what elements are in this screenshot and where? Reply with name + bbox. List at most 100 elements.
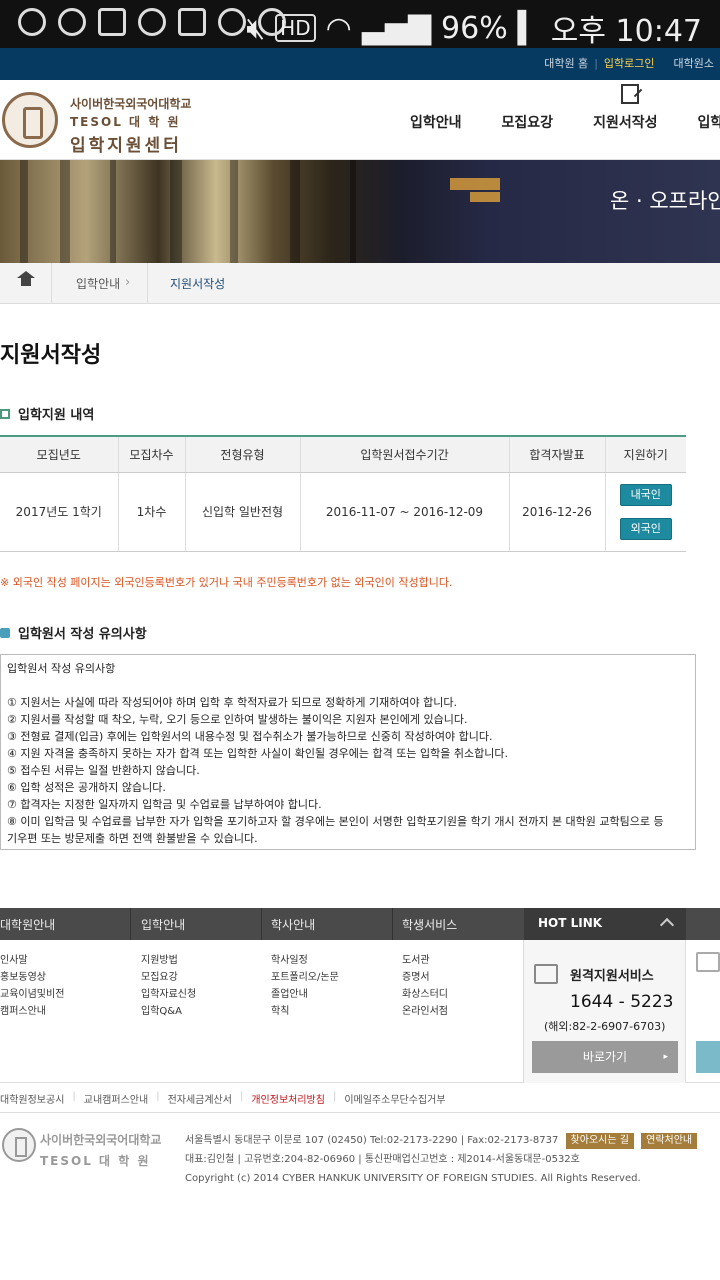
footer-link[interactable]: 캠퍼스안내	[0, 1003, 64, 1020]
chevron-up-icon	[659, 917, 675, 933]
footer-col-title[interactable]: 학생서비스	[402, 916, 457, 933]
footer-col-title[interactable]: 대학원안내	[0, 916, 55, 933]
contact-button[interactable]: 연락처안내	[641, 1133, 698, 1149]
image-icon	[178, 8, 206, 36]
col-header: 합격자발표	[509, 435, 606, 473]
application-table: 모집년도 모집차수 전형유형 입학원서접수기간 합격자발표 지원하기 2017년…	[0, 435, 686, 552]
footer-policy-link[interactable]: 이메일주소무단수집거부	[344, 1091, 445, 1106]
footer-link[interactable]: 도서관	[402, 952, 448, 969]
battery-percent: 96%	[441, 10, 508, 46]
footer-logo: 사이버한국외국어대학교 TESOL 대 학 원	[40, 1131, 161, 1169]
precaution-item: ⑦ 합격자는 지정한 일자까지 입학금 및 수업료를 납부하여야 합니다.	[7, 798, 322, 811]
hotlink-header[interactable]: HOT LINK	[524, 908, 686, 940]
breadcrumb-label: 입학안내	[76, 277, 121, 291]
footer-link[interactable]: 인사말	[0, 952, 64, 969]
precaution-item: ④ 지원 자격을 충족하지 못하는 자가 합격 또는 입학한 사실이 확인될 경…	[7, 747, 508, 760]
admission-login-link[interactable]: 입학로그인	[598, 55, 661, 71]
section-title-application-history: 입학지원 내역	[0, 404, 94, 423]
col-header: 지원하기	[605, 435, 686, 473]
textarea-title: 입학원서 작성 유의사항	[7, 662, 116, 675]
app-icon	[18, 8, 46, 36]
footer-link[interactable]: 교육이념및비전	[0, 986, 64, 1003]
messenger-icon	[218, 8, 246, 36]
nav-application[interactable]: 지원서작성	[593, 84, 657, 132]
apply-domestic-button[interactable]: 내국인	[619, 483, 672, 506]
footer-copyright: Copyright (c) 2014 CYBER HANKUK UNIVERSI…	[185, 1173, 641, 1184]
precautions-textarea[interactable]: 입학원서 작성 유의사항 ① 지원서는 사실에 따라 작성되어야 하며 입학 후…	[0, 654, 696, 850]
footer-col-title[interactable]: 학사안내	[271, 916, 315, 933]
remote-go-button[interactable]: 바로가기	[532, 1041, 678, 1073]
remote-phone: 1644 - 5223	[570, 992, 674, 1012]
privacy-policy-link[interactable]: 개인정보처리방침	[251, 1091, 325, 1106]
apply-foreign-button[interactable]: 외국인	[619, 517, 672, 540]
university-seal-logo[interactable]	[2, 92, 58, 148]
footer-link[interactable]: 홍보동영상	[0, 969, 64, 986]
footer-link[interactable]: 지원방법	[141, 952, 196, 969]
hotlink-label: HOT LINK	[538, 916, 603, 930]
precaution-item: ① 지원서는 사실에 따라 작성되어야 하며 입학 후 학적자료가 되므로 정확…	[7, 696, 457, 709]
battery-icon: ▍	[517, 10, 541, 46]
site-logo[interactable]: 사이버한국외국어대학교 TESOL 대 학 원 입학지원센터	[70, 95, 191, 156]
footer-link[interactable]: 모집요강	[141, 969, 196, 986]
divider	[0, 1112, 720, 1113]
breadcrumb-home[interactable]	[0, 263, 52, 304]
cell-announce: 2016-12-26	[509, 472, 606, 552]
side-button[interactable]	[696, 1041, 720, 1073]
logo-school-name: TESOL 대 학 원	[70, 115, 181, 129]
section-label: 입학원서 작성 유의사항	[18, 627, 147, 642]
precaution-item: ③ 전형료 결제(입금) 후에는 입학원서의 내용수정 및 접수취소가 불가능하…	[7, 730, 493, 743]
monitor-icon	[534, 964, 558, 984]
footer-logo-line2: TESOL 대 학 원	[40, 1154, 151, 1168]
messenger-icon	[58, 8, 86, 36]
col-header: 모집차수	[118, 435, 186, 473]
nav-admission-info[interactable]: 입학안내	[410, 112, 462, 132]
foreigner-notice: ※ 외국인 작성 페이지는 외국인등록번호가 있거나 국내 주민등록번호가 없는…	[0, 576, 453, 589]
footer-link[interactable]: 화상스터디	[402, 986, 448, 1003]
footer-policy-links: 대학원정보공시 | 교내캠퍼스안내 | 전자세금계산서 | 개인정보처리방침 |…	[0, 1091, 446, 1106]
footer-link[interactable]: 입학자료신청	[141, 986, 196, 1003]
footer-link[interactable]: 졸업안내	[271, 986, 339, 1003]
arrow-bullet-icon	[0, 627, 10, 638]
col-header: 모집년도	[0, 435, 119, 473]
footer-policy-link[interactable]: 대학원정보공시	[0, 1091, 64, 1106]
nav-admission-consult[interactable]: 입학상	[697, 112, 720, 132]
grad-link[interactable]: 대학원소	[668, 55, 720, 71]
cell-type: 신입학 일반전형	[185, 472, 301, 552]
grad-home-link[interactable]: 대학원 홈	[538, 55, 594, 71]
footer-link[interactable]: 학칙	[271, 1003, 339, 1020]
footer-policy-link[interactable]: 전자세금계산서	[168, 1091, 232, 1106]
hero-banner: 온 · 오프라인	[0, 160, 720, 263]
directions-button[interactable]: 찾아오시는 길	[565, 1133, 634, 1149]
footer-link[interactable]: 증명서	[402, 969, 448, 986]
footer-seal-logo	[2, 1128, 36, 1162]
logo-center-name: 입학지원센터	[70, 136, 182, 156]
footer-link[interactable]: 포트폴리오/논문	[271, 969, 339, 986]
site-header: 사이버한국외국어대학교 TESOL 대 학 원 입학지원센터 입학안내 모집요강…	[0, 80, 720, 160]
breadcrumb-current[interactable]: 지원서작성	[148, 263, 225, 304]
cell-period: 2016-11-07 ~ 2016-12-09	[300, 472, 510, 552]
footer-logo-line1: 사이버한국외국어대학교	[40, 1133, 162, 1147]
nav-guidelines[interactable]: 모집요강	[502, 112, 554, 132]
table-row: 2017년도 1학기 1차수 신입학 일반전형 2016-11-07 ~ 201…	[0, 472, 686, 552]
cell-apply: 내국인 외국인	[605, 472, 686, 552]
app-icon	[98, 8, 126, 36]
home-icon	[17, 271, 35, 290]
divider	[661, 57, 668, 70]
top-utility-bar: 대학원 홈 | 입학로그인 대학원소	[0, 48, 720, 80]
hd-badge: HD	[275, 14, 316, 42]
footer-link[interactable]: 입학Q&A	[141, 1003, 196, 1020]
footer-link[interactable]: 온라인서점	[402, 1003, 448, 1020]
footer-link[interactable]: 학사일정	[271, 952, 339, 969]
square-bullet-icon	[0, 408, 10, 419]
breadcrumb-admission-info[interactable]: 입학안내 ›	[52, 263, 148, 304]
footer-col-title[interactable]: 입학안내	[141, 916, 185, 933]
page-title: 지원서작성	[0, 343, 102, 368]
footer-policy-link[interactable]: 교내캠퍼스안내	[84, 1091, 148, 1106]
chat-icon[interactable]	[696, 952, 720, 972]
footer-address: 서울특별시 동대문구 이문로 107 (02450) Tel:02-2173-2…	[185, 1135, 559, 1146]
cell-round: 1차수	[118, 472, 186, 552]
remote-title: 원격지원서비스	[570, 969, 654, 984]
col-header: 입학원서접수기간	[300, 435, 510, 473]
footer-col: 지원방법 모집요강 입학자료신청 입학Q&A	[141, 952, 196, 1020]
precaution-item: ⑤ 접수된 서류는 일절 반환하지 않습니다.	[7, 764, 200, 777]
